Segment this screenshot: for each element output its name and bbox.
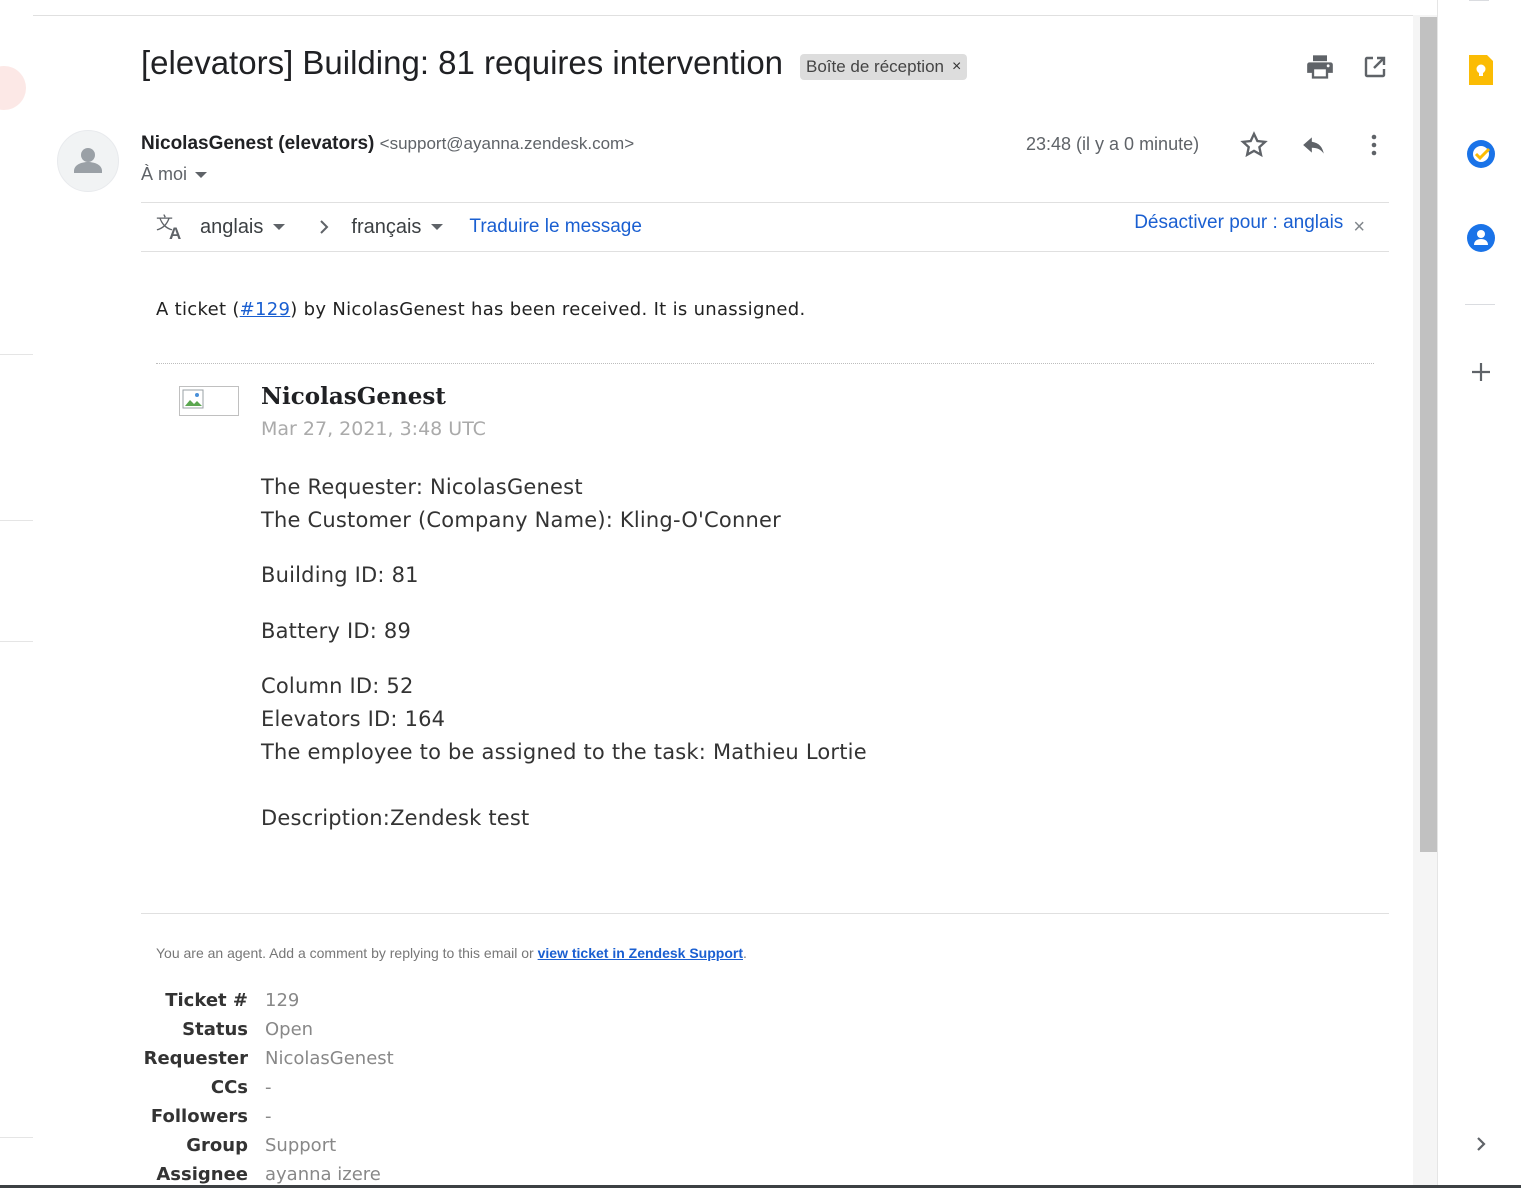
ticket-info-value: Support [265, 1134, 337, 1156]
ticket-info-row: Requester NicolasGenest [141, 1044, 394, 1072]
body-line-employee: The employee to be assigned to the task:… [261, 740, 867, 764]
left-nav-edge [0, 0, 33, 1188]
body-line-building: Building ID: 81 [261, 563, 419, 587]
plus-icon[interactable] [1466, 357, 1496, 387]
side-panel-divider [1465, 304, 1495, 305]
source-language-label: anglais [200, 215, 264, 238]
target-language-label: français [351, 215, 422, 238]
keep-icon[interactable] [1466, 55, 1496, 85]
contacts-icon[interactable] [1466, 223, 1496, 253]
agent-note-prefix: You are an agent. Add a comment by reply… [156, 945, 538, 961]
label-text: Boîte de réception [806, 57, 944, 76]
reply-icon[interactable] [1299, 130, 1329, 160]
ticket-info-row: CCs - [141, 1073, 272, 1101]
ticket-info-value: - [265, 1076, 272, 1098]
ticket-info-row: Group Support [141, 1131, 336, 1159]
ticket-info-value: 129 [265, 989, 300, 1011]
disable-translation-link[interactable]: Désactiver pour : anglais [1134, 212, 1343, 234]
dropdown-arrow-icon [431, 224, 444, 230]
tasks-icon[interactable] [1466, 139, 1496, 169]
ticket-info-key: Requester [143, 1047, 248, 1069]
translate-icon: 文A [156, 213, 186, 241]
ticket-link[interactable]: #129 [240, 299, 291, 320]
left-divider [0, 1137, 33, 1138]
author-avatar-image [179, 386, 239, 416]
translate-message-link[interactable]: Traduire le message [469, 216, 641, 238]
ticket-info-value: - [265, 1105, 272, 1127]
open-in-new-window-icon[interactable] [1360, 52, 1390, 82]
ticket-info-row: Ticket # 129 [141, 986, 299, 1014]
ticket-info-key: Followers [150, 1105, 248, 1127]
remove-label-icon[interactable]: × [952, 58, 961, 76]
comment-date: Mar 27, 2021, 3:48 UTC [261, 418, 486, 440]
left-divider [0, 520, 33, 521]
agent-note: You are an agent. Add a comment by reply… [156, 945, 747, 961]
left-divider [0, 641, 33, 642]
source-language-select[interactable]: anglais [200, 215, 286, 239]
body-line-customer: The Customer (Company Name): Kling-O'Con… [261, 508, 781, 532]
body-line-elevator: Elevators ID: 164 [261, 707, 446, 731]
ticket-info-key: Group [186, 1134, 248, 1156]
dropdown-arrow-icon [273, 224, 286, 230]
more-vertical-icon[interactable] [1359, 130, 1389, 160]
star-icon[interactable] [1239, 130, 1269, 160]
sender-line: NicolasGenest (elevators) <support@ayann… [141, 133, 634, 155]
body-line-requester: The Requester: NicolasGenest [261, 475, 583, 499]
body-line-battery: Battery ID: 89 [261, 619, 412, 643]
ticket-info-row: Status Open [141, 1015, 313, 1043]
ticket-info-row: Assignee ayanna izere [141, 1160, 381, 1188]
side-panel [1437, 0, 1521, 1188]
chevron-right-icon [317, 218, 331, 236]
body-line-column: Column ID: 52 [261, 674, 414, 698]
scrollbar-thumb[interactable] [1420, 17, 1437, 852]
ticket-info-key: Ticket # [165, 989, 248, 1011]
footer-divider [141, 913, 1389, 914]
recipient-dropdown[interactable]: À moi [141, 164, 208, 185]
ticket-info-value: Open [265, 1018, 314, 1040]
side-panel-top-divider [1469, 0, 1489, 1]
recipient-label: À moi [141, 164, 188, 184]
ticket-info-value: ayanna izere [265, 1163, 381, 1185]
ticket-info-value: NicolasGenest [265, 1047, 394, 1069]
intro-prefix: A ticket ( [156, 299, 240, 320]
inbox-label-chip[interactable]: Boîte de réception × [800, 54, 968, 80]
body-line-description: Description:Zendesk test [261, 806, 530, 830]
ticket-info-key: Assignee [156, 1163, 248, 1185]
view-ticket-link[interactable]: view ticket in Zendesk Support [538, 945, 743, 961]
toolbar-divider [33, 15, 1413, 16]
comment-author: NicolasGenest [261, 383, 446, 410]
ticket-info-row: Followers - [141, 1102, 272, 1130]
agent-note-suffix: . [743, 945, 747, 961]
sender-email: <support@ayanna.zendesk.com> [379, 134, 635, 153]
translate-bar-bottom-border [141, 251, 1389, 252]
print-icon[interactable] [1305, 52, 1335, 82]
dotted-divider [156, 363, 1374, 364]
email-timestamp: 23:48 (il y a 0 minute) [1026, 134, 1200, 154]
email-subject: [elevators] Building: 81 requires interv… [141, 44, 784, 81]
left-divider [0, 354, 33, 355]
ticket-info-key: CCs [210, 1076, 248, 1098]
sender-avatar[interactable] [57, 130, 119, 192]
chevron-right-icon[interactable] [1466, 1129, 1496, 1159]
intro-suffix: ) by NicolasGenest has been received. It… [290, 299, 806, 320]
dropdown-arrow-icon [195, 171, 208, 178]
close-translate-icon[interactable]: × [1353, 216, 1365, 239]
svg-text:A: A [169, 224, 181, 241]
ticket-intro: A ticket (#129) by NicolasGenest has bee… [156, 299, 806, 320]
ticket-info-key: Status [182, 1018, 248, 1040]
translate-bar: 文A anglais français Traduire le message … [141, 203, 1389, 251]
sender-name: NicolasGenest (elevators) [141, 133, 375, 154]
target-language-select[interactable]: français [351, 215, 444, 239]
